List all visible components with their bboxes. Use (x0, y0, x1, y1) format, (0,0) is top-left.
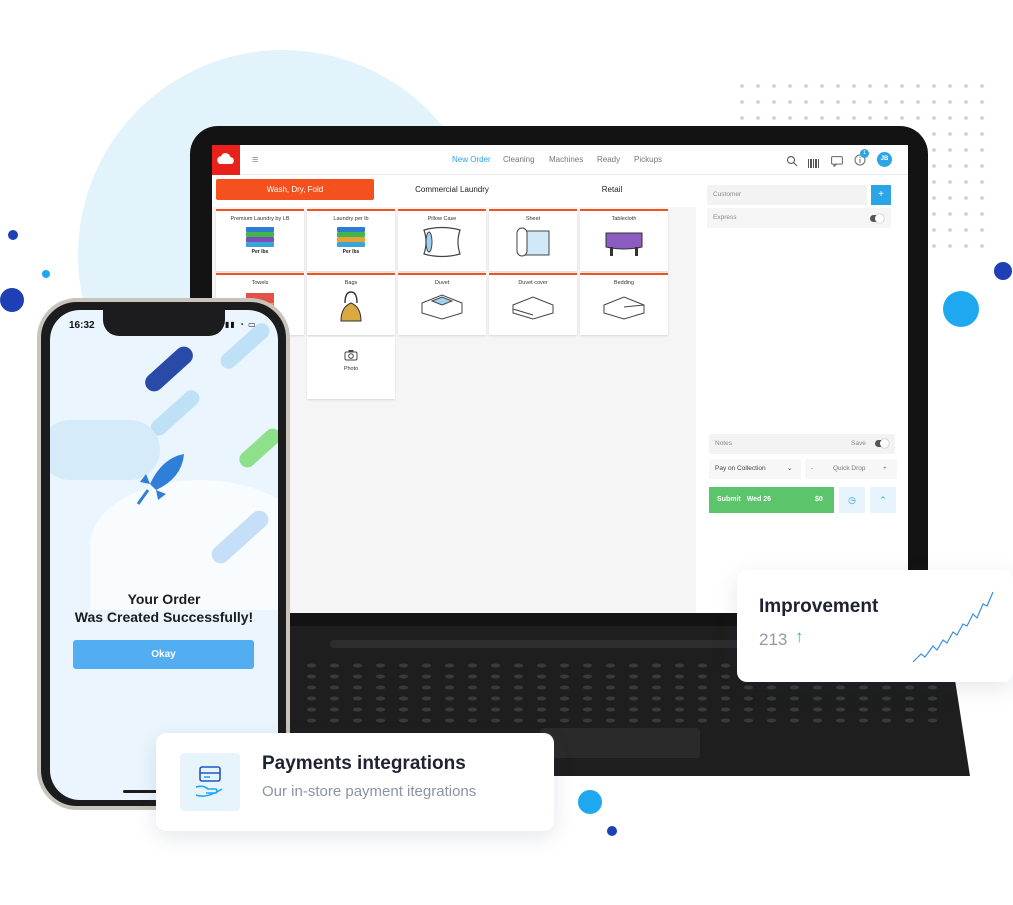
payment-icon-box (180, 753, 240, 811)
decor-dot (0, 288, 24, 312)
laundry-stack-icon (246, 227, 274, 247)
payments-subtitle: Our in-store payment itegrations (262, 783, 477, 800)
decor-stroke (141, 342, 197, 396)
customer-field[interactable]: Customer (707, 185, 867, 205)
save-label: Save (851, 440, 866, 447)
notes-field[interactable]: Notes Save (709, 434, 895, 454)
nav-cleaning[interactable]: Cleaning (503, 155, 535, 164)
minus-icon[interactable]: - (811, 465, 813, 472)
chat-icon[interactable] (831, 154, 843, 172)
submit-total: $0 (815, 496, 823, 503)
duvet-icon (421, 294, 463, 320)
payments-title: Payments integrations (262, 753, 466, 774)
tile-laundry-per-lb[interactable]: Laundry per lb Per lbs (307, 209, 395, 271)
improvement-title: Improvement (759, 596, 879, 617)
submit-button[interactable]: Submit Wed 26 $0 (709, 487, 834, 513)
okay-button[interactable]: Okay (73, 640, 254, 669)
bag-icon (340, 291, 362, 322)
nav-machines[interactable]: Machines (549, 155, 583, 164)
express-label: Express (713, 214, 737, 221)
improvement-card: Improvement 213 ↑ (737, 570, 1013, 682)
chevron-down-icon: ⌄ (787, 465, 793, 472)
schedule-clock-icon[interactable]: ◷ (839, 487, 865, 513)
pillow-icon (423, 226, 461, 258)
payment-select[interactable]: Pay on Collection ⌄ (709, 459, 801, 479)
decor-dot (943, 291, 979, 327)
decor-dot (8, 230, 18, 240)
keyboard-hinge (330, 640, 780, 648)
plus-icon[interactable]: + (883, 459, 887, 479)
tablecloth-icon (605, 232, 643, 256)
notes-placeholder: Notes (715, 440, 732, 447)
tab-retail[interactable]: Retail (572, 179, 652, 200)
arrow-up-icon: ↑ (795, 627, 804, 646)
nav-ready[interactable]: Ready (597, 155, 620, 164)
sheet-icon (516, 227, 550, 257)
express-toggle[interactable] (870, 214, 884, 223)
improvement-value: 213 (759, 630, 788, 649)
tile-duvet-cover[interactable]: Duvet cover (489, 273, 577, 335)
decor-dot (578, 790, 602, 814)
barcode-icon[interactable] (808, 155, 819, 173)
bedding-icon (603, 296, 645, 320)
express-row: Express (707, 208, 891, 228)
card-in-hand-icon (195, 766, 223, 797)
order-success-title: Your Order Was Created Successfully! (74, 591, 254, 625)
tile-premium-laundry[interactable]: Premium Laundry by LB Per lbs (216, 209, 304, 271)
decor-stroke (147, 386, 203, 440)
quick-drop-stepper[interactable]: - Quick Drop + (805, 459, 897, 479)
rocket-icon (136, 454, 184, 505)
tile-tablecloth[interactable]: Tablecloth (580, 209, 668, 271)
payment-select-value: Pay on Collection (715, 465, 766, 472)
phone-notch (103, 310, 225, 336)
trend-line-icon (912, 591, 994, 663)
save-toggle[interactable] (875, 439, 889, 448)
tab-wash-dry-fold[interactable]: Wash, Dry, Fold (216, 179, 374, 200)
tile-bedding[interactable]: Bedding (580, 273, 668, 335)
add-customer-button[interactable]: + (871, 185, 891, 205)
avatar[interactable]: JB (877, 152, 892, 167)
tile-duvet[interactable]: Duvet (398, 273, 486, 335)
tile-sheet[interactable]: Sheet (489, 209, 577, 271)
decor-stroke (236, 425, 278, 471)
nav-pickups[interactable]: Pickups (634, 155, 662, 164)
chevron-up-icon[interactable]: ⌃ (870, 487, 896, 513)
nav-new-order[interactable]: New Order (452, 155, 491, 164)
tile-pillow-case[interactable]: Pillow Case (398, 209, 486, 271)
hamburger-menu-icon[interactable]: ≡ (252, 154, 258, 166)
duvet-cover-icon (512, 296, 554, 320)
laundry-stack-icon (337, 227, 365, 247)
tab-commercial-laundry[interactable]: Commercial Laundry (387, 179, 517, 200)
submit-label: Submit (717, 496, 741, 503)
notification-badge: 1 (860, 149, 869, 158)
tile-bags[interactable]: Bags (307, 273, 395, 335)
cloud-logo-icon[interactable] (212, 145, 240, 175)
camera-icon (344, 350, 358, 361)
decor-dot (994, 262, 1012, 280)
phone-time: 16:32 (69, 320, 95, 331)
top-bar: ≡ New Order Cleaning Machines Ready Pick… (212, 145, 908, 175)
trackpad (540, 728, 700, 758)
quick-drop-label: Quick Drop (833, 465, 866, 472)
tablet-screen: ≡ New Order Cleaning Machines Ready Pick… (212, 145, 908, 613)
tile-photo[interactable]: Photo (307, 337, 395, 399)
decor-dot (42, 270, 50, 278)
submit-date: Wed 26 (746, 496, 772, 503)
search-icon[interactable] (786, 154, 798, 172)
phone-screen: 16:32 ▮▮ ◔ ▭ Your Order Was Created Succ… (50, 310, 278, 800)
payments-card: Payments integrations Our in-store payme… (156, 733, 554, 831)
decor-dot (607, 826, 617, 836)
